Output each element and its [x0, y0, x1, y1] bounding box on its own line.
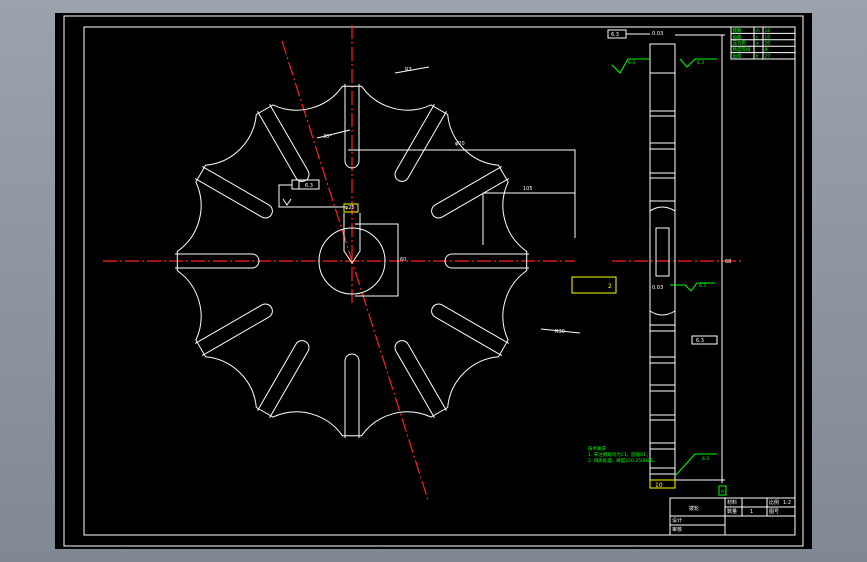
- svg-text:6.3: 6.3: [628, 60, 635, 66]
- svg-text:审核: 审核: [672, 526, 682, 533]
- slot: [257, 340, 310, 419]
- svg-text:6.3: 6.3: [697, 60, 704, 66]
- dim-line-top: [348, 149, 576, 238]
- param-cell: 齿宽: [733, 53, 742, 60]
- dim-center-w: φ20: [455, 141, 465, 147]
- svg-text:6.3: 6.3: [702, 456, 709, 462]
- param-cell: b: [756, 54, 759, 60]
- fcf-value: 6.3: [305, 183, 313, 189]
- param-cell: 27: [765, 54, 771, 60]
- bottom-rough-mark: [674, 453, 717, 477]
- param-cell: 模数: [733, 27, 742, 34]
- dim-line-tooth: [394, 66, 430, 74]
- slot: [431, 166, 510, 219]
- svg-text:6.3: 6.3: [699, 283, 706, 289]
- svg-text:6.3: 6.3: [611, 32, 619, 38]
- slot: [431, 303, 510, 356]
- side-height-dim: 68: [725, 259, 731, 265]
- svg-text:0.03: 0.03: [652, 285, 663, 291]
- svg-text:10: 10: [655, 482, 663, 489]
- notes-line-2: 2. 调质处理，硬度220-250HBS。: [588, 457, 658, 464]
- slot: [194, 166, 273, 219]
- cad-drawing[interactable]: R3 30° φ20 105 φ25 60 R30 6.3 2 68 6.3 0…: [55, 13, 812, 549]
- svg-text:设计: 设计: [672, 517, 682, 524]
- slot: [394, 340, 447, 419]
- dim-center-h: 105: [523, 186, 533, 192]
- gear-parameter-table: 模数 m 10齿数 z 10压力角 α 20精度等级 8齿宽 b 27: [730, 26, 796, 60]
- notes-title: 技术要求: [588, 445, 606, 452]
- dim-inner: φ25: [345, 205, 355, 211]
- hub-bore: [655, 227, 670, 277]
- param-cell: 精度等级: [733, 46, 751, 53]
- slot: [257, 103, 310, 182]
- dim-angle: 30°: [323, 134, 332, 140]
- param-cell: 齿数: [733, 33, 742, 40]
- dim-right-w: 2: [608, 283, 612, 290]
- param-cell: 压力角: [733, 40, 747, 47]
- front-view: R3 30° φ20 105 φ25 60 R30 6.3 2: [103, 25, 617, 501]
- side-view: 68 6.3 0.03 6.3 6.3 6.3 0.03 6.3 6.3 10 …: [607, 29, 741, 496]
- svg-text:比例: 比例: [769, 499, 779, 506]
- dim-tooth-top: R3: [405, 67, 412, 73]
- svg-text:图号: 图号: [769, 509, 779, 515]
- svg-text:1: 1: [750, 509, 753, 515]
- dim-side-r: R30: [555, 329, 565, 335]
- slot: [344, 353, 360, 438]
- svg-text:1:2: 1:2: [783, 500, 791, 506]
- hub-rough-mark: [670, 282, 715, 292]
- svg-text:6.3: 6.3: [696, 338, 704, 344]
- slot: [394, 103, 447, 182]
- dim-bore: 60: [400, 257, 406, 263]
- notes-line-1: 1. 未注倒角均为C1，圆角R1；: [588, 451, 651, 458]
- side-top-dim: 0.03: [652, 31, 663, 37]
- svg-text:材料: 材料: [727, 499, 737, 506]
- svg-text:数量: 数量: [727, 508, 737, 515]
- dim-line-bore: [355, 223, 399, 297]
- technical-notes: 技术要求 1. 未注倒角均为C1，圆角R1； 2. 调质处理，硬度220-250…: [588, 445, 658, 464]
- title-block: 拨轮 材料 数量 1 比例 1:2 图号 设计 审核: [669, 497, 796, 536]
- inner-frame: [83, 26, 796, 536]
- cad-viewport[interactable]: R3 30° φ20 105 φ25 60 R30 6.3 2 68 6.3 0…: [55, 13, 812, 549]
- title-part-name: 拨轮: [689, 505, 699, 512]
- roughness-symbol: [282, 198, 292, 206]
- outer-frame: [63, 15, 804, 547]
- svg-text:A: A: [721, 489, 725, 495]
- slot: [194, 303, 273, 356]
- side-view-hatching: [650, 72, 675, 475]
